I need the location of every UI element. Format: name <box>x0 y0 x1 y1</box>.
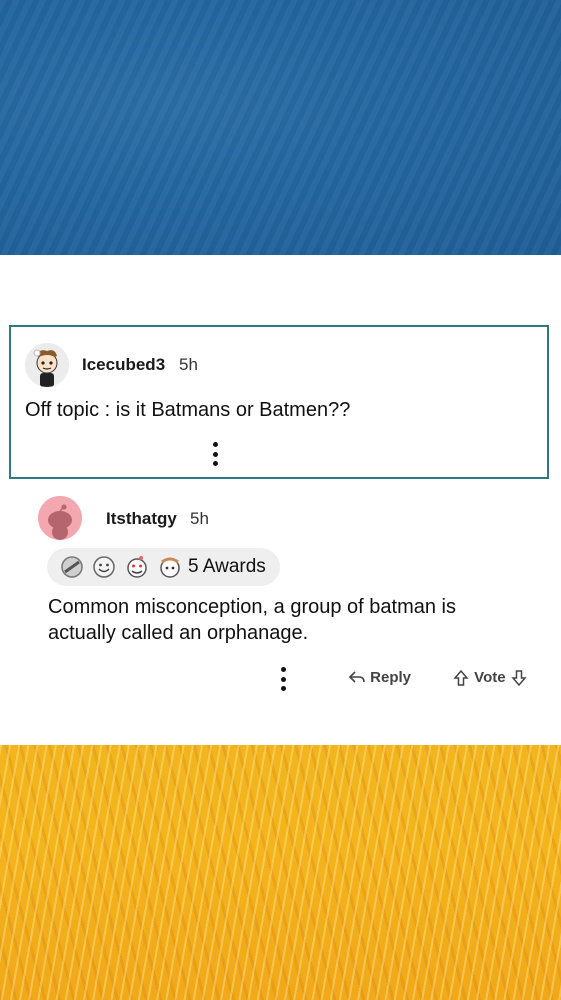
awards-count-label: 5 Awards <box>188 556 266 577</box>
reply-username[interactable]: Itsthatgy <box>106 509 177 529</box>
silver-award-icon <box>61 556 83 578</box>
reply-more-options-icon[interactable] <box>280 667 286 691</box>
reply-timestamp: 5h <box>190 509 209 528</box>
vote-control[interactable]: Vote <box>452 669 528 687</box>
parent-comment-card: Icecubed3 5h Off topic : is it Batmans o… <box>9 325 549 479</box>
reply-arrow-icon <box>348 671 365 683</box>
user-avatar[interactable] <box>25 343 69 387</box>
reply-body-line-2: actually called an orphanage. <box>48 622 309 644</box>
yellow-background <box>0 745 561 1000</box>
blue-background <box>0 0 561 255</box>
comment-body: Off topic : is it Batmans or Batmen?? <box>25 399 351 421</box>
downvote-arrow-icon[interactable] <box>510 669 528 687</box>
snoo-avatar-icon <box>25 343 69 387</box>
laughing-award-icon <box>127 556 147 578</box>
reply-user-avatar[interactable] <box>38 496 82 540</box>
wholesome-award-icon <box>93 556 115 578</box>
vote-label: Vote <box>474 669 506 686</box>
helpful-award-icon <box>160 557 180 578</box>
more-options-icon[interactable] <box>212 442 218 466</box>
reply-button[interactable]: Reply <box>348 669 411 686</box>
upvote-arrow-icon[interactable] <box>452 669 470 687</box>
reply-label: Reply <box>370 669 412 686</box>
comment-username[interactable]: Icecubed3 <box>82 355 165 375</box>
snoo-default-avatar-icon <box>38 496 82 540</box>
comment-timestamp: 5h <box>179 355 198 374</box>
reply-body-line-1: Common misconception, a group of batman … <box>48 596 456 618</box>
awards-badge[interactable]: 5 Awards <box>47 548 280 586</box>
